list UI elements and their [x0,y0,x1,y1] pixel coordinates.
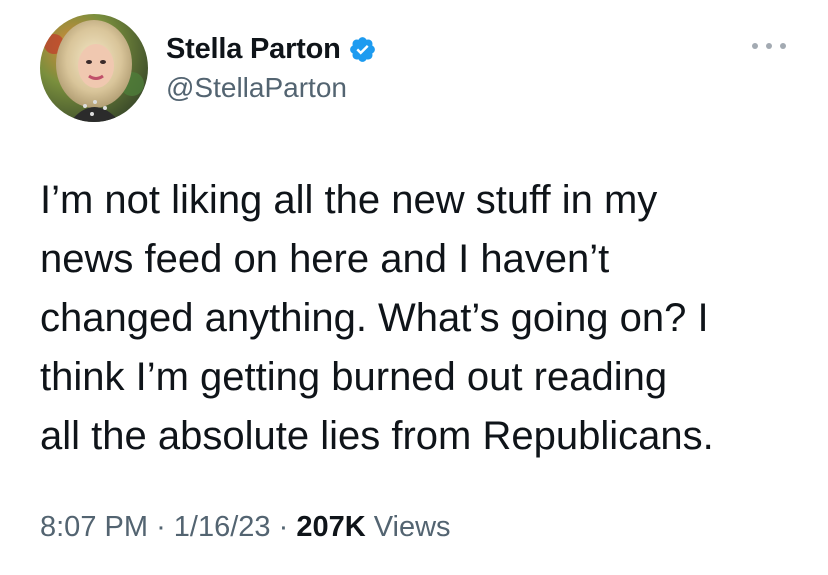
author-display-name[interactable]: Stella Parton [166,33,341,66]
views-label: Views [373,511,451,543]
more-dot [752,43,758,49]
verified-badge-icon [348,35,377,64]
meta-separator: · [278,511,297,543]
tweet-text-line: all the absolute lies from Republicans. [40,414,714,458]
tweet-date[interactable]: 1/16/23 [174,511,271,543]
meta-separator: · [156,511,174,543]
tweet-text-line: changed anything. What’s going on? I [40,296,709,340]
more-options-icon[interactable] [752,36,786,56]
more-dot [766,43,772,49]
author-name-row[interactable]: Stella Parton [166,31,377,67]
tweet-time[interactable]: 8:07 PM [40,511,148,543]
tweet-metadata: 8:07 PM · 1/16/23 · 207K Views [40,511,451,544]
tweet-text-line: think I’m getting burned out reading [40,355,668,399]
tweet-text: I’m not liking all the new stuff in my n… [40,171,810,466]
author-handle[interactable]: @StellaParton [166,72,347,104]
avatar-image [40,14,148,122]
more-dot [780,43,786,49]
tweet-card: Stella Parton @StellaParton I’m not liki… [0,0,828,575]
avatar[interactable] [40,14,148,122]
tweet-text-line: news feed on here and I haven’t [40,237,610,281]
tweet-text-line: I’m not liking all the new stuff in my [40,178,658,222]
views-count: 207K [296,511,374,543]
